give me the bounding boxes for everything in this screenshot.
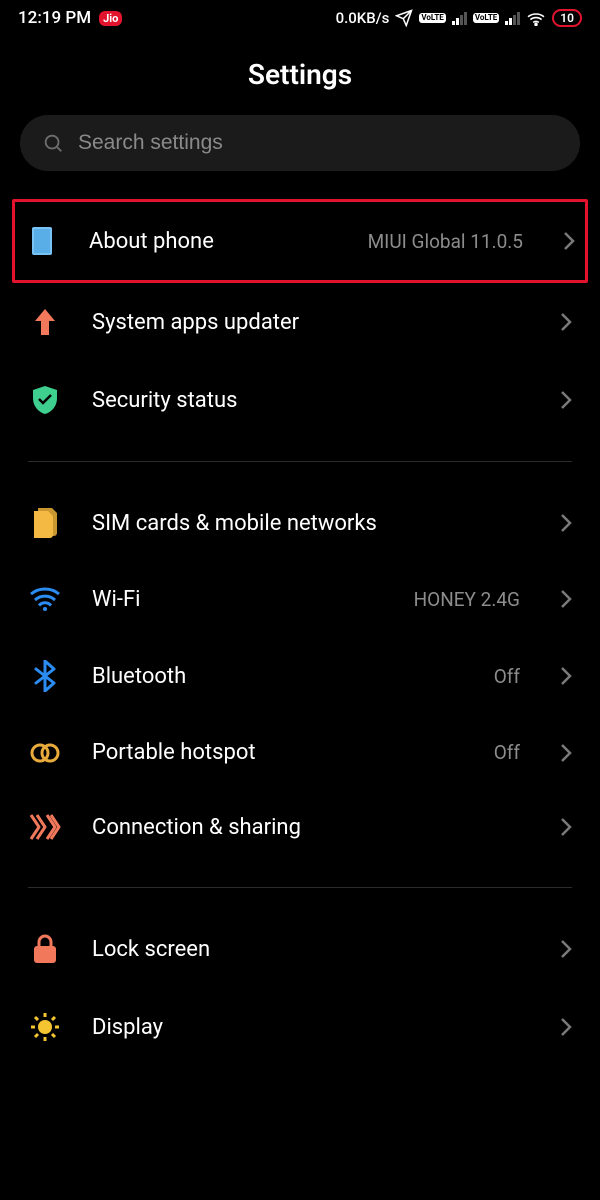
- chevron-right-icon: [560, 513, 572, 533]
- chevron-right-icon: [560, 589, 572, 609]
- shield-check-icon: [28, 385, 62, 415]
- search-input[interactable]: [78, 131, 558, 155]
- item-label: Connection & sharing: [92, 815, 530, 840]
- item-label: Wi-Fi: [92, 587, 384, 612]
- item-label: Lock screen: [92, 937, 530, 962]
- signal-icon-1: [452, 11, 467, 25]
- status-bar: 12:19 PM Jio 0.0KB/s VoLTE VoLTE 10: [0, 0, 600, 32]
- item-label: About phone: [89, 229, 338, 254]
- battery-indicator: 10: [552, 9, 582, 27]
- item-bluetooth[interactable]: Bluetooth Off: [22, 636, 578, 716]
- volte-badge-1: VoLTE: [419, 13, 445, 23]
- chevron-right-icon: [560, 312, 572, 332]
- data-rate: 0.0KB/s: [336, 9, 390, 27]
- carrier-badge: Jio: [99, 11, 122, 26]
- divider: [28, 461, 572, 462]
- chevron-right-icon: [563, 231, 575, 251]
- item-label: Security status: [92, 388, 530, 413]
- wifi-status-icon: [526, 10, 546, 26]
- item-portable-hotspot[interactable]: Portable hotspot Off: [22, 716, 578, 789]
- item-label: SIM cards & mobile networks: [92, 511, 530, 536]
- item-label: Display: [92, 1015, 530, 1040]
- item-detail: MIUI Global 11.0.5: [368, 230, 523, 253]
- volte-badge-2: VoLTE: [473, 13, 499, 23]
- item-detail: Off: [494, 665, 520, 688]
- item-label: System apps updater: [92, 310, 530, 335]
- item-wifi[interactable]: Wi-Fi HONEY 2.4G: [22, 562, 578, 636]
- search-bar[interactable]: [20, 115, 580, 171]
- item-detail: Off: [494, 741, 520, 764]
- item-label: Bluetooth: [92, 664, 464, 689]
- item-system-apps-updater[interactable]: System apps updater: [22, 283, 578, 361]
- brightness-icon: [28, 1012, 62, 1042]
- update-arrow-icon: [28, 307, 62, 337]
- connection-icon: [28, 813, 62, 841]
- item-sim-cards[interactable]: SIM cards & mobile networks: [22, 484, 578, 562]
- chevron-right-icon: [560, 743, 572, 763]
- divider: [28, 887, 572, 888]
- sim-icon: [28, 508, 62, 538]
- search-icon: [42, 132, 64, 154]
- chevron-right-icon: [560, 817, 572, 837]
- chevron-right-icon: [560, 1017, 572, 1037]
- chevron-right-icon: [560, 390, 572, 410]
- hotspot-icon: [28, 741, 62, 765]
- wifi-icon: [28, 586, 62, 612]
- bluetooth-icon: [28, 660, 62, 692]
- item-display[interactable]: Display: [22, 988, 578, 1042]
- send-icon: [395, 9, 413, 27]
- item-security-status[interactable]: Security status: [22, 361, 578, 439]
- lock-icon: [28, 934, 62, 964]
- item-about-phone[interactable]: About phone MIUI Global 11.0.5: [12, 199, 588, 283]
- item-lock-screen[interactable]: Lock screen: [22, 910, 578, 988]
- item-connection-sharing[interactable]: Connection & sharing: [22, 789, 578, 865]
- phone-icon: [25, 226, 59, 256]
- signal-icon-2: [505, 11, 520, 25]
- chevron-right-icon: [560, 939, 572, 959]
- item-label: Portable hotspot: [92, 740, 464, 765]
- status-time: 12:19 PM: [18, 8, 91, 28]
- item-detail: HONEY 2.4G: [414, 588, 520, 611]
- chevron-right-icon: [560, 666, 572, 686]
- settings-list: About phone MIUI Global 11.0.5 System ap…: [0, 199, 600, 1042]
- page-title: Settings: [0, 58, 600, 91]
